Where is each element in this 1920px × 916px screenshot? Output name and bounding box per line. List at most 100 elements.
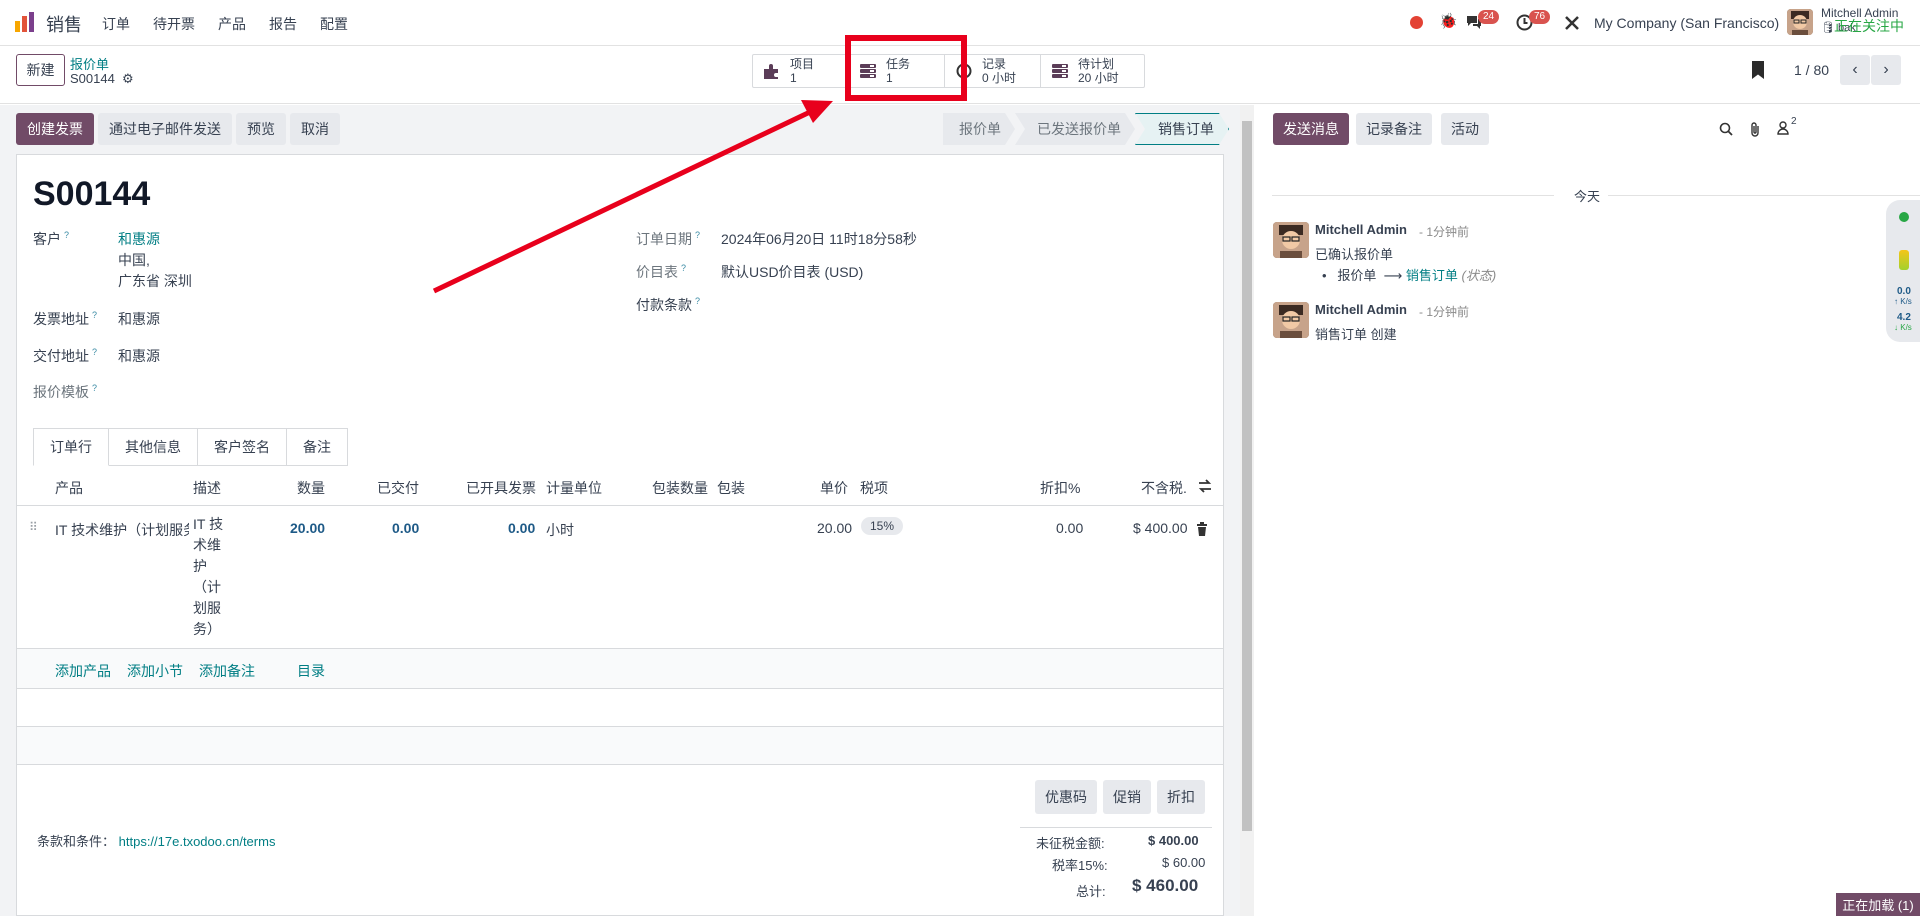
- new-button[interactable]: 新建: [16, 54, 65, 86]
- invoice-address-field[interactable]: 和惠源: [118, 309, 160, 329]
- add-product-link[interactable]: 添加产品: [55, 661, 111, 681]
- help-icon[interactable]: ?: [92, 310, 97, 320]
- network-monitor-widget[interactable]: 0.0 ↑ K/s 4.2 ↓ K/s: [1886, 200, 1920, 342]
- user-avatar[interactable]: [1787, 9, 1813, 35]
- pricelist-field[interactable]: 默认USD价目表 (USD): [721, 262, 863, 282]
- table-row[interactable]: ⠿ IT 技术维护（计划服务 IT 技 术维 护 （计 划服 务） 20.00 …: [17, 506, 1223, 649]
- message-author[interactable]: Mitchell Admin: [1315, 222, 1407, 237]
- coupon-button[interactable]: 优惠码: [1035, 780, 1097, 814]
- following-button[interactable]: 正在关注中: [1834, 16, 1904, 36]
- col-subtotal[interactable]: 不含税.: [1141, 478, 1187, 498]
- row-delivered[interactable]: 0.00: [392, 520, 419, 536]
- message-author[interactable]: Mitchell Admin: [1315, 302, 1407, 317]
- catalog-link[interactable]: 目录: [297, 661, 325, 681]
- help-icon[interactable]: ?: [681, 263, 686, 273]
- col-delivered[interactable]: 已交付: [377, 478, 419, 498]
- description-line: 务）: [193, 621, 221, 637]
- help-icon[interactable]: ?: [64, 230, 69, 240]
- pager-value[interactable]: 1 / 80: [1794, 62, 1829, 78]
- status-quotation-sent[interactable]: 已发送报价单: [1015, 113, 1135, 145]
- loading-indicator: 正在加载 (1): [1836, 893, 1920, 916]
- preview-button[interactable]: 预览: [236, 113, 286, 145]
- status-sales-order[interactable]: 销售订单: [1135, 113, 1229, 145]
- add-note-link[interactable]: 添加备注: [199, 661, 255, 681]
- form-scrollbar[interactable]: [1240, 105, 1254, 916]
- menu-orders[interactable]: 订单: [102, 14, 130, 34]
- menu-products[interactable]: 产品: [218, 14, 246, 34]
- app-name[interactable]: 销售: [46, 11, 82, 37]
- search-icon[interactable]: [1719, 122, 1733, 136]
- row-unit-price[interactable]: 20.00: [817, 520, 852, 536]
- record-icon[interactable]: [1410, 16, 1423, 29]
- sales-app-icon[interactable]: [14, 11, 36, 33]
- tab-order-lines[interactable]: 订单行: [33, 428, 109, 466]
- status-dot: [1899, 212, 1909, 222]
- row-uom[interactable]: 小时: [546, 520, 574, 540]
- pager-previous-button[interactable]: ‹: [1840, 55, 1870, 85]
- log-note-button[interactable]: 记录备注: [1356, 113, 1432, 145]
- order-date-label-text: 订单日期: [636, 231, 692, 247]
- col-taxes[interactable]: 税项: [860, 478, 888, 498]
- smart-button-planning[interactable]: 待计划 20 小时: [1041, 55, 1144, 87]
- col-package-qty[interactable]: 包装数量: [652, 478, 708, 498]
- tab-notes[interactable]: 备注: [287, 428, 348, 466]
- messages-badge: 24: [1478, 10, 1500, 24]
- upload-unit-label: K/s: [1900, 297, 1912, 306]
- terms-link[interactable]: https://17e.txodoo.cn/terms: [119, 834, 276, 849]
- row-description[interactable]: IT 技 术维 护 （计 划服 务）: [193, 514, 233, 640]
- col-description[interactable]: 描述: [193, 478, 221, 498]
- bug-icon[interactable]: 🐞: [1439, 12, 1458, 30]
- followers-icon[interactable]: [1777, 121, 1789, 135]
- message-avatar[interactable]: [1273, 302, 1309, 338]
- menu-reporting[interactable]: 报告: [269, 14, 297, 34]
- help-icon[interactable]: ?: [695, 230, 700, 240]
- order-date-field[interactable]: 2024年06月20日 11时18分58秒: [721, 229, 917, 249]
- promotions-button[interactable]: 促销: [1103, 780, 1151, 814]
- col-discount[interactable]: 折扣%: [1040, 478, 1080, 498]
- add-section-link[interactable]: 添加小节: [127, 661, 183, 681]
- col-invoiced[interactable]: 已开具发票: [466, 478, 536, 498]
- row-product[interactable]: IT 技术维护（计划服务: [55, 520, 189, 540]
- col-unit-price[interactable]: 单价: [820, 478, 848, 498]
- create-invoice-button[interactable]: 创建发票: [16, 113, 94, 145]
- customer-field[interactable]: 和惠源: [118, 229, 160, 249]
- menu-configuration[interactable]: 配置: [320, 14, 348, 34]
- col-uom[interactable]: 计量单位: [546, 478, 602, 498]
- tab-customer-signature[interactable]: 客户签名: [198, 428, 287, 466]
- discount-button[interactable]: 折扣: [1157, 780, 1205, 814]
- tax-tag[interactable]: 15%: [861, 517, 904, 535]
- message-avatar[interactable]: [1273, 222, 1309, 258]
- tab-other-info[interactable]: 其他信息: [109, 428, 198, 466]
- paperclip-icon[interactable]: [1749, 121, 1761, 137]
- row-discount[interactable]: 0.00: [1056, 520, 1083, 536]
- gear-icon[interactable]: ⚙: [122, 71, 134, 87]
- smart-button-title: 记录: [982, 57, 1007, 71]
- company-switcher[interactable]: My Company (San Francisco): [1594, 15, 1779, 31]
- tools-icon[interactable]: [1564, 15, 1580, 31]
- col-quantity[interactable]: 数量: [297, 478, 325, 498]
- activity-button[interactable]: 活动: [1441, 113, 1489, 145]
- cancel-button[interactable]: 取消: [290, 113, 340, 145]
- row-quantity[interactable]: 20.00: [290, 520, 325, 536]
- smart-button-projects[interactable]: 项目 1: [753, 55, 849, 87]
- menu-to-invoice[interactable]: 待开票: [153, 14, 195, 34]
- help-icon[interactable]: ?: [92, 347, 97, 357]
- bookmark-icon[interactable]: [1752, 61, 1764, 79]
- optional-columns-icon[interactable]: [1197, 479, 1213, 493]
- delivery-address-field[interactable]: 和惠源: [118, 346, 160, 366]
- help-icon[interactable]: ?: [695, 296, 700, 306]
- form-sheet: S00144 客户? 和惠源 中国, 广东省 深圳 发票地址? 和惠源 交付地址…: [16, 154, 1224, 916]
- col-package[interactable]: 包装: [717, 478, 745, 498]
- col-product[interactable]: 产品: [55, 478, 83, 498]
- send-email-button[interactable]: 通过电子邮件发送: [98, 113, 232, 145]
- trash-icon[interactable]: [1196, 522, 1208, 536]
- pager-next-button[interactable]: ›: [1871, 55, 1901, 85]
- scrollbar-thumb[interactable]: [1242, 121, 1252, 831]
- send-message-button[interactable]: 发送消息: [1273, 113, 1349, 145]
- drag-handle-icon[interactable]: ⠿: [29, 520, 38, 534]
- help-icon[interactable]: ?: [92, 383, 97, 393]
- status-quotation[interactable]: 报价单: [943, 113, 1015, 145]
- date-divider: 今天: [1574, 189, 1601, 204]
- quotation-template-label: 报价模板?: [33, 382, 97, 402]
- smart-button-title: 待计划: [1078, 57, 1115, 71]
